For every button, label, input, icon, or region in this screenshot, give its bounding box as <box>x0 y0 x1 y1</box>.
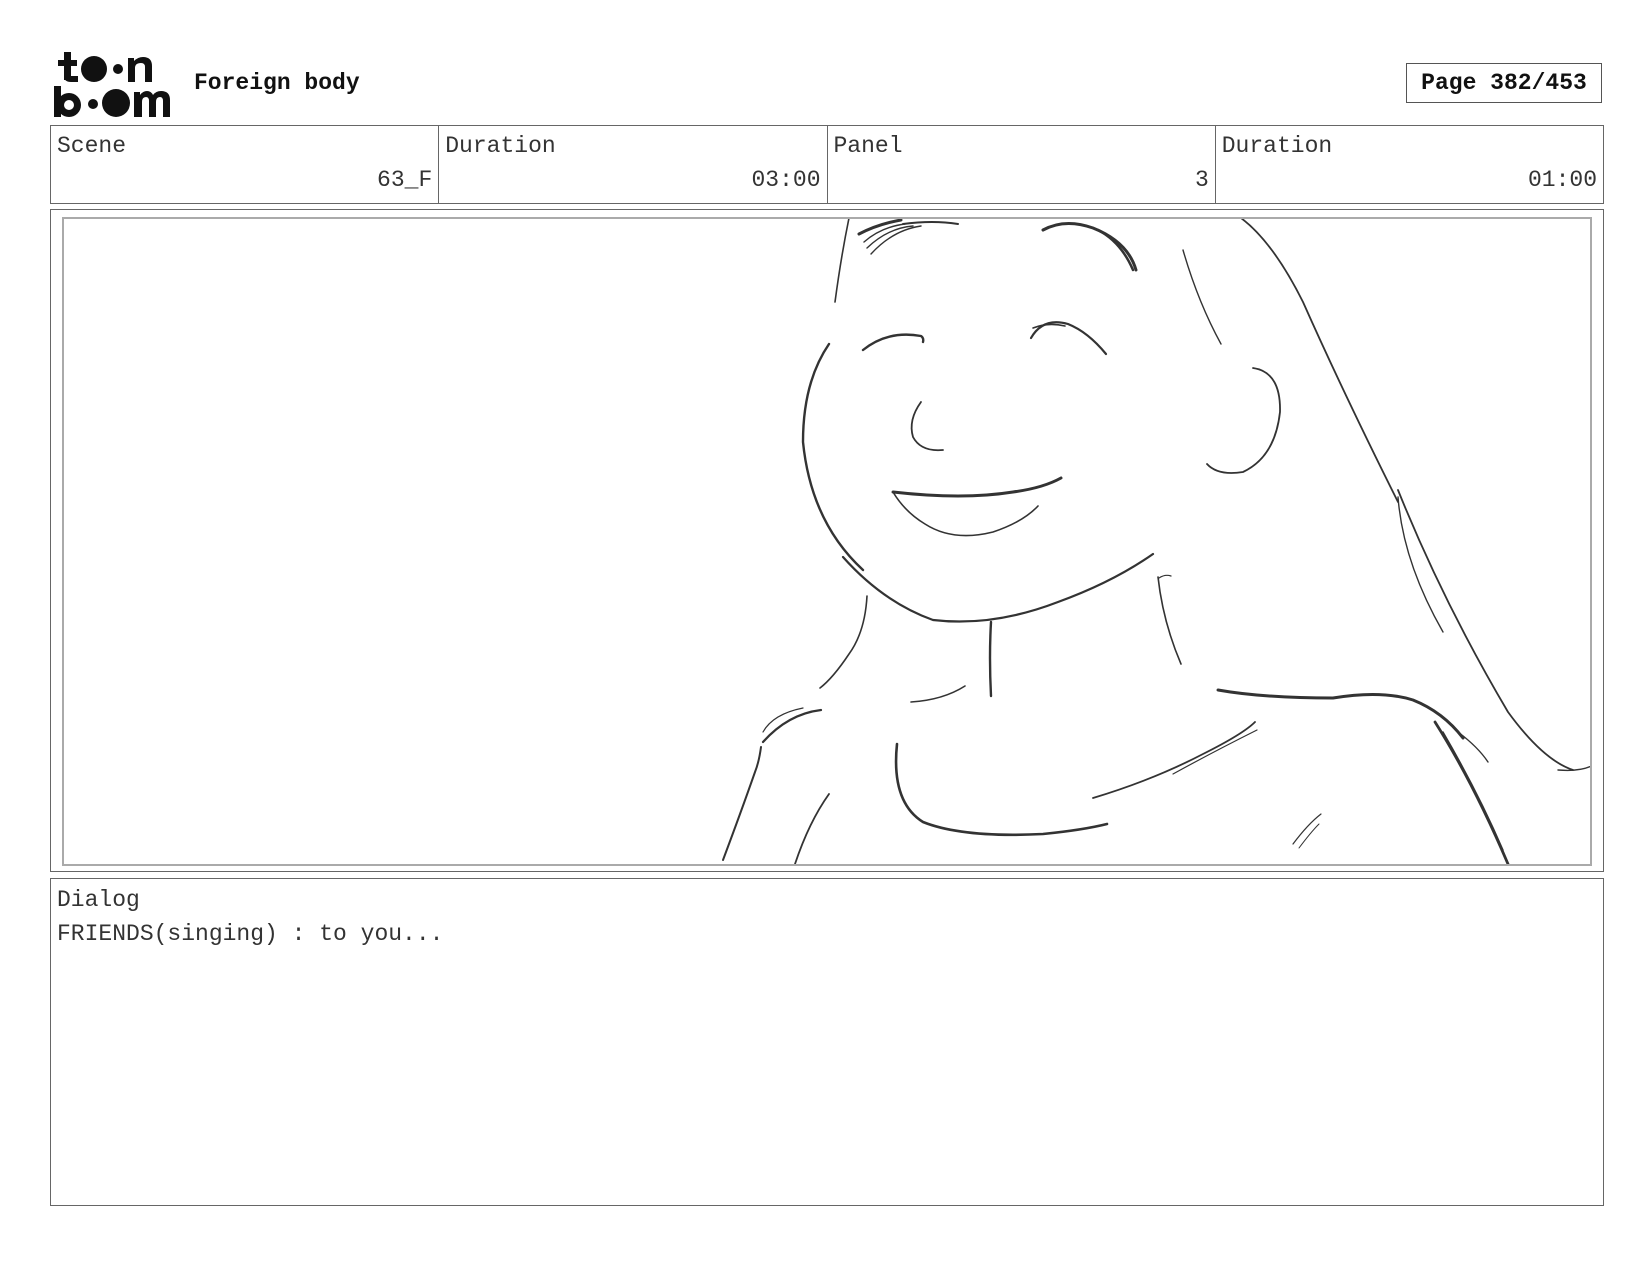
dialog-label: Dialog <box>57 887 140 913</box>
panel-cell: Panel 3 <box>828 126 1216 203</box>
sketch-drawing <box>722 219 1590 864</box>
scene-duration-cell: Duration 03:00 <box>439 126 828 203</box>
scene-duration-value: 03:00 <box>751 167 821 193</box>
project-title: Foreign body <box>194 70 360 96</box>
dialog-text: FRIENDS(singing) : to you... <box>57 921 444 947</box>
dialog-box: Dialog FRIENDS(singing) : to you... <box>50 878 1604 1206</box>
panel-label: Panel <box>833 133 903 159</box>
panel-duration-value: 01:00 <box>1527 167 1597 193</box>
scene-cell: Scene 63_F <box>51 126 440 203</box>
scene-value: 63_F <box>377 167 433 193</box>
panel-image-area <box>62 217 1592 866</box>
scene-duration-label: Duration <box>445 133 556 159</box>
storyboard-panel <box>50 209 1604 872</box>
panel-duration-label: Duration <box>1221 133 1333 159</box>
page-indicator: Page 382/453 <box>1406 63 1602 103</box>
panel-value: 3 <box>1194 167 1209 193</box>
panel-duration-cell: Duration 01:00 <box>1216 126 1603 203</box>
toon-boom-logo <box>54 52 174 118</box>
scene-label: Scene <box>57 133 127 159</box>
scene-info-row: Scene 63_F Duration 03:00 Panel 3 Durati… <box>50 125 1604 204</box>
